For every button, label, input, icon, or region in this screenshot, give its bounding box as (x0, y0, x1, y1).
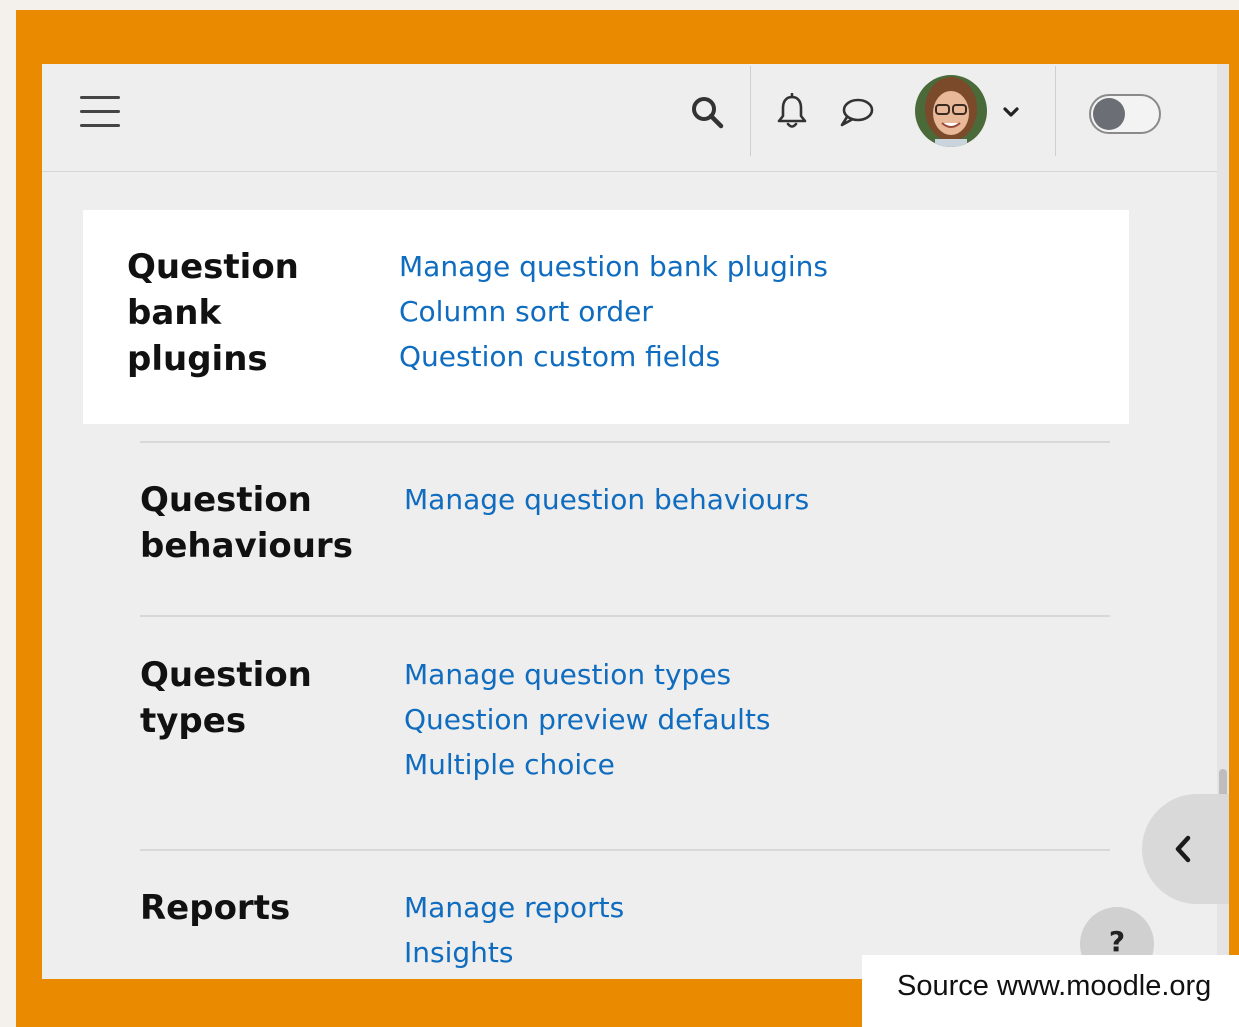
section-divider (140, 615, 1110, 617)
navbar-divider (1055, 66, 1056, 156)
chevron-left-icon (1175, 835, 1191, 863)
link-list: Manage question behaviours (404, 477, 809, 522)
link-list: Manage question types Question preview d… (404, 652, 771, 787)
section-heading: Question types (140, 655, 312, 741)
section-divider (140, 441, 1110, 443)
section-question-bank-plugins: Question bank plugins Manage question ba… (83, 210, 1129, 424)
user-avatar[interactable] (915, 75, 987, 147)
hamburger-menu-icon[interactable] (80, 96, 120, 128)
drawer-toggle-button[interactable] (1142, 794, 1229, 904)
section-divider (140, 849, 1110, 851)
browser-window: Question bank plugins Manage question ba… (42, 64, 1229, 979)
source-caption: Source www.moodle.org (862, 955, 1239, 1027)
link-manage-question-behaviours[interactable]: Manage question behaviours (404, 477, 809, 522)
link-list: Manage reports Insights (404, 885, 624, 975)
link-multiple-choice[interactable]: Multiple choice (404, 742, 771, 787)
section-heading: Question bank plugins (127, 247, 299, 379)
bell-icon[interactable] (775, 93, 809, 131)
section-heading: Reports (140, 888, 291, 928)
toggle-knob (1093, 98, 1125, 130)
link-manage-question-bank-plugins[interactable]: Manage question bank plugins (399, 244, 828, 289)
link-manage-question-types[interactable]: Manage question types (404, 652, 771, 697)
chevron-down-icon[interactable] (1000, 101, 1022, 123)
link-column-sort-order[interactable]: Column sort order (399, 289, 828, 334)
top-navbar (42, 64, 1217, 172)
link-list: Manage question bank plugins Column sort… (399, 244, 828, 379)
help-label: ? (1108, 925, 1126, 958)
chat-bubble-icon[interactable] (838, 97, 874, 129)
link-question-preview-defaults[interactable]: Question preview defaults (404, 697, 771, 742)
search-icon[interactable] (690, 95, 724, 129)
theme-toggle[interactable] (1089, 94, 1161, 134)
navbar-divider (750, 66, 751, 156)
link-manage-reports[interactable]: Manage reports (404, 885, 624, 930)
section-heading: Question behaviours (140, 480, 353, 566)
link-question-custom-fields[interactable]: Question custom fields (399, 334, 828, 379)
link-insights[interactable]: Insights (404, 930, 624, 975)
